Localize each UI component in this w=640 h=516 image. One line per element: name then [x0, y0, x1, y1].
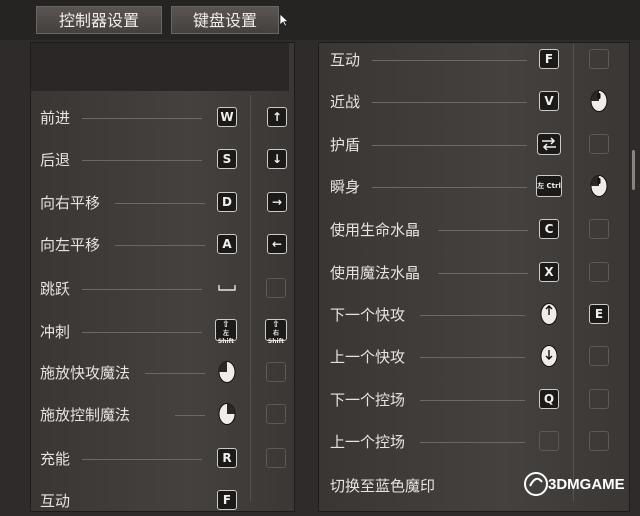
empty-slot[interactable]	[589, 346, 609, 366]
scroll-down-icon[interactable]	[539, 344, 559, 368]
empty-slot[interactable]	[589, 49, 609, 69]
action-label: 上一个快攻	[330, 348, 406, 366]
action-label: 上一个控场	[330, 433, 406, 451]
primary-key[interactable]: V	[539, 91, 559, 111]
list-item[interactable]: 使用生命水晶 C	[0, 215, 640, 245]
divider	[372, 102, 527, 103]
mouse-cursor-icon	[279, 13, 289, 27]
list-item[interactable]: 瞬身 左 Ctrl	[0, 172, 640, 202]
primary-key[interactable]: Q	[539, 389, 559, 409]
primary-key[interactable]: F	[539, 49, 559, 69]
divider	[82, 332, 202, 333]
divider	[420, 400, 525, 401]
list-item[interactable]: 上一个快攻	[0, 342, 640, 372]
middle-mouse-icon[interactable]	[589, 174, 609, 198]
divider	[438, 273, 528, 274]
divider	[82, 289, 202, 290]
action-label: 下一个快攻	[330, 306, 406, 324]
tab-keyboard-settings[interactable]: 键盘设置	[171, 6, 279, 34]
action-label: 使用魔法水晶	[330, 264, 421, 282]
tab-controller-settings[interactable]: 控制器设置	[36, 6, 162, 34]
empty-slot[interactable]	[589, 389, 609, 409]
list-item[interactable]: 下一个控场 Q	[0, 385, 640, 415]
divider	[420, 315, 525, 316]
list-item[interactable]: 护盾	[0, 130, 640, 160]
divider	[175, 415, 205, 416]
divider	[115, 203, 205, 204]
tab-key-icon[interactable]	[537, 133, 561, 155]
primary-key[interactable]: X	[539, 262, 559, 282]
empty-slot[interactable]	[589, 262, 609, 282]
divider	[82, 160, 202, 161]
action-label: 近战	[330, 93, 361, 111]
action-label: 切换至蓝色魔印	[330, 477, 436, 495]
divider	[82, 118, 202, 119]
action-label: 护盾	[330, 136, 361, 154]
divider	[115, 245, 205, 246]
divider	[372, 145, 527, 146]
list-item[interactable]: 下一个快攻 E	[0, 300, 640, 330]
left-ctrl-key[interactable]: 左 Ctrl	[536, 175, 562, 197]
divider	[145, 373, 205, 374]
list-item[interactable]: 近战 V	[0, 87, 640, 117]
primary-key[interactable]: C	[539, 219, 559, 239]
empty-slot[interactable]	[539, 431, 559, 451]
action-label: 下一个控场	[330, 391, 406, 409]
list-item[interactable]: 使用魔法水晶 X	[0, 258, 640, 288]
secondary-key[interactable]: E	[589, 304, 609, 324]
scrollbar[interactable]	[632, 150, 635, 190]
divider	[438, 230, 528, 231]
action-label: 使用生命水晶	[330, 221, 421, 239]
scroll-up-icon[interactable]	[539, 302, 559, 326]
divider	[372, 187, 527, 188]
action-label: 瞬身	[330, 178, 361, 196]
list-item[interactable]: 互动 F	[0, 45, 640, 75]
middle-mouse-icon[interactable]	[589, 89, 609, 113]
divider	[372, 60, 527, 61]
empty-slot[interactable]	[589, 431, 609, 451]
divider	[82, 459, 202, 460]
list-item[interactable]: 上一个控场	[0, 427, 640, 457]
divider	[420, 357, 525, 358]
watermark-text: 3DMGAME	[548, 476, 625, 493]
action-label: 互动	[330, 51, 361, 69]
empty-slot[interactable]	[589, 134, 609, 154]
empty-slot[interactable]	[589, 219, 609, 239]
divider	[420, 442, 525, 443]
